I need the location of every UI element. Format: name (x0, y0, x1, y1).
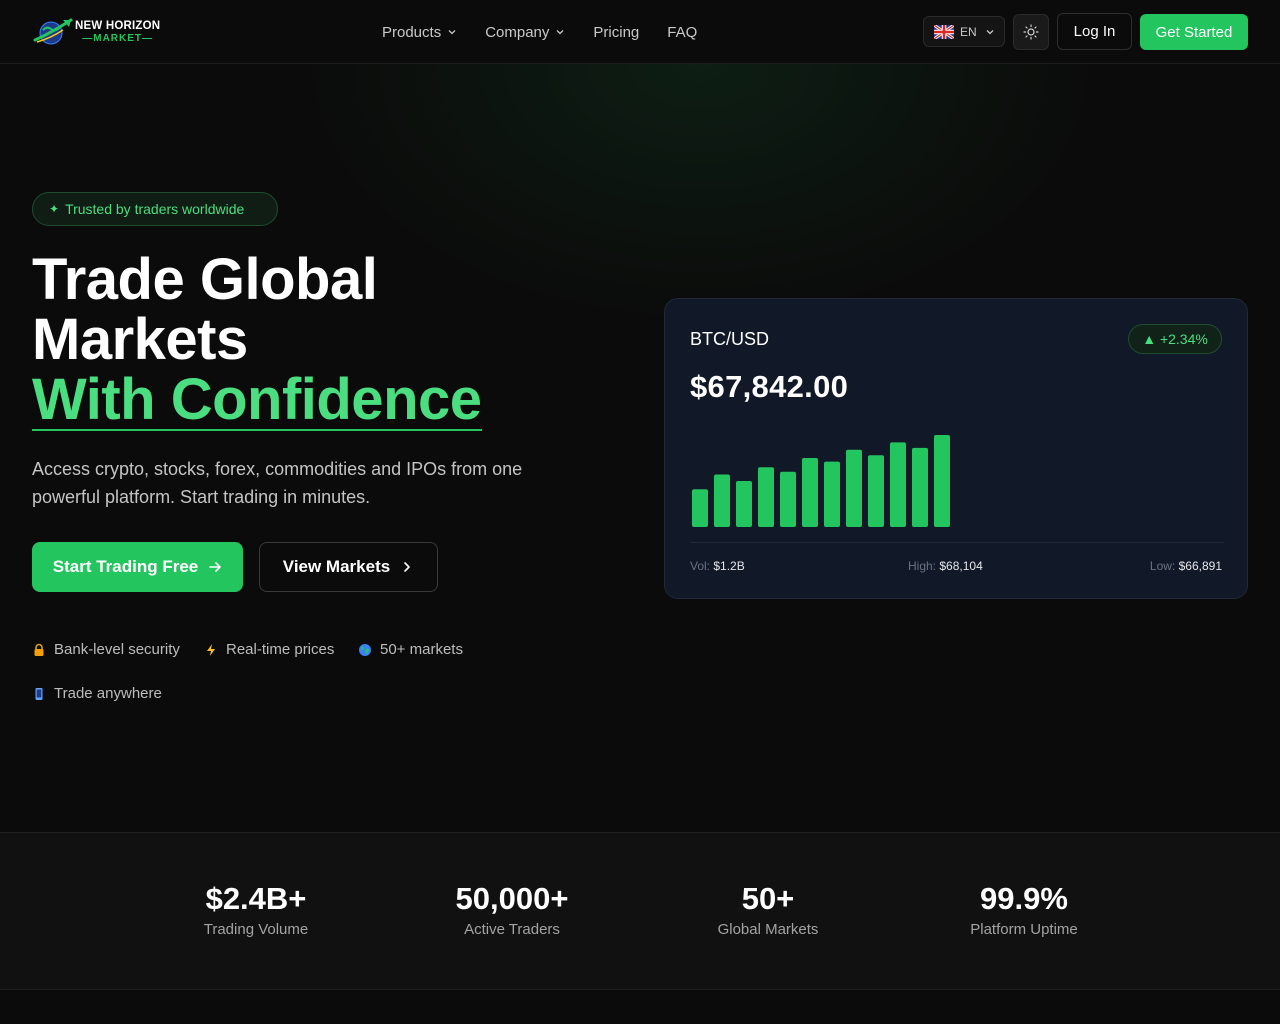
stat-label: Active Traders (464, 921, 560, 938)
nav-item-pricing[interactable]: Pricing (593, 24, 639, 41)
uk-flag-icon (934, 24, 954, 39)
feature-label: Real-time prices (226, 641, 335, 658)
sun-icon (1023, 24, 1039, 40)
chart-bar (934, 435, 950, 527)
ticker-price: $67,842.00 (690, 369, 849, 404)
get-started-button[interactable]: Get Started (1140, 14, 1248, 50)
chart-bar (758, 467, 774, 527)
lock-icon (34, 643, 44, 656)
hero-title-line1: Trade Global (32, 247, 378, 312)
sparkle-icon: ✦ (49, 202, 60, 216)
stat-value: 99.9% (980, 881, 1068, 916)
stat-label: Platform Uptime (970, 921, 1078, 938)
logo-name: NEW HORIZON (75, 19, 161, 32)
feature-markets: 50+ markets (358, 641, 463, 658)
stat-trading-volume: $2.4B+ Trading Volume (128, 881, 384, 938)
low-stat: Low: $66,891 (1150, 559, 1222, 573)
feature-label: Trade anywhere (54, 685, 162, 702)
start-trading-button[interactable]: Start Trading Free (32, 542, 243, 592)
start-trading-label: Start Trading Free (52, 557, 199, 576)
chart-bar (736, 481, 752, 527)
hero-title: Trade Global Markets With Confidence (32, 250, 592, 431)
logo-globe-icon (33, 18, 73, 45)
feature-anywhere: Trade anywhere (32, 685, 162, 702)
high-label: High: (908, 559, 937, 573)
high-value: $68,104 (939, 559, 983, 573)
stat-label: Global Markets (717, 921, 819, 938)
stat-active-traders: 50,000+ Active Traders (384, 881, 640, 938)
feature-label: 50+ markets (380, 641, 463, 658)
volume-value: $1.2B (713, 559, 745, 573)
volume-stat: Vol: $1.2B (690, 559, 745, 573)
low-label: Low: (1149, 559, 1176, 573)
ticker-card: BTC/USD ▲ +2.34% $67,842.00 Vol: $1.2B H… (664, 298, 1248, 599)
nav-item-faq[interactable]: FAQ (667, 24, 697, 41)
chart-bar (912, 447, 928, 527)
ticker-symbol: BTC/USD (690, 329, 770, 349)
nav-item-company[interactable]: Company (485, 24, 565, 41)
arrow-right-icon (209, 562, 222, 572)
stat-value: $2.4B+ (205, 881, 307, 916)
chevron-down-icon (986, 29, 994, 34)
stat-value: 50+ (741, 881, 795, 916)
chart-bar (714, 474, 730, 527)
nav-item-label: FAQ (667, 23, 698, 41)
card-divider (690, 542, 1224, 543)
nav-item-label: Pricing (593, 23, 640, 41)
nav-item-label: Products (382, 23, 442, 41)
trust-badge: ✦ Trusted by traders worldwide (32, 192, 278, 226)
chart-bar (890, 442, 906, 527)
view-markets-button[interactable]: View Markets (259, 542, 438, 592)
hero-title-accent: With Confidence (32, 367, 482, 432)
chart-bar (692, 489, 708, 527)
login-button[interactable]: Log In (1057, 13, 1132, 50)
site-header: NEW HORIZON —MARKET— Products Company Pr… (0, 0, 1280, 64)
price-bar-chart (692, 435, 950, 527)
feature-security: Bank-level security (32, 641, 180, 658)
chevron-right-icon (404, 562, 411, 572)
hero-subtitle: Access crypto, stocks, forex, commoditie… (32, 459, 523, 507)
feature-label: Bank-level security (54, 641, 180, 658)
volume-label: Vol: (690, 559, 711, 573)
main-nav: Products Company Pricing FAQ (382, 0, 725, 64)
chart-bar (868, 455, 884, 527)
logo[interactable]: NEW HORIZON —MARKET— (33, 12, 163, 52)
mobile-phone-icon (35, 687, 43, 700)
nav-item-products[interactable]: Products (382, 24, 457, 41)
chart-bar (824, 461, 840, 527)
stat-value: 50,000+ (455, 881, 569, 916)
hero-title-line2: Markets (32, 307, 248, 372)
chart-bar (846, 449, 862, 527)
low-value: $66,891 (1178, 559, 1222, 573)
chart-bar (802, 458, 818, 527)
nav-item-label: Company (485, 23, 550, 41)
high-stat: High: $68,104 (908, 559, 983, 573)
triangle-up-icon: ▲ (1142, 331, 1157, 347)
language-selector[interactable]: EN (923, 16, 1005, 47)
stat-platform-uptime: 99.9% Platform Uptime (896, 881, 1152, 938)
trust-badge-label: Trusted by traders worldwide (65, 201, 245, 217)
price-change-value: +2.34% (1159, 331, 1208, 347)
view-markets-label: View Markets (282, 557, 391, 576)
stats-section: $2.4B+ Trading Volume 50,000+ Active Tra… (0, 832, 1280, 990)
language-code: EN (960, 24, 977, 39)
lightning-icon (207, 643, 215, 656)
globe-icon (359, 643, 371, 656)
stat-global-markets: 50+ Global Markets (640, 881, 896, 938)
price-change-badge: ▲ +2.34% (1128, 324, 1222, 354)
stat-label: Trading Volume (203, 921, 309, 938)
logo-subname: —MARKET— (82, 32, 154, 44)
chevron-down-icon (556, 30, 564, 35)
chart-bar (780, 471, 796, 527)
feature-realtime: Real-time prices (204, 641, 334, 658)
chevron-down-icon (448, 30, 456, 35)
theme-toggle-button[interactable] (1013, 14, 1049, 50)
